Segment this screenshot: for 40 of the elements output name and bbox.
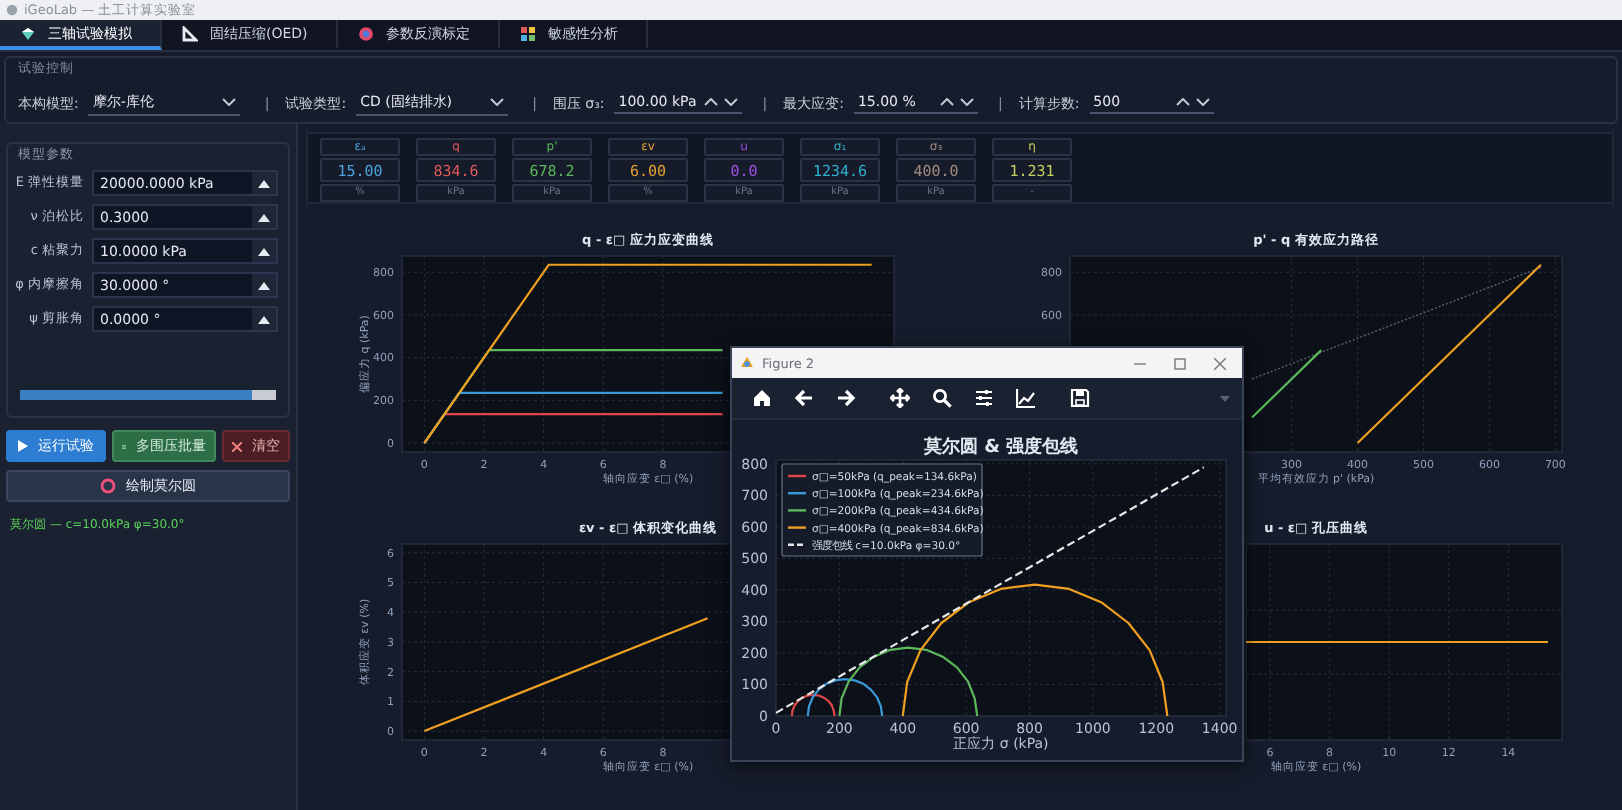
play-icon: [18, 440, 28, 452]
maximize-icon[interactable]: [1174, 357, 1186, 369]
search-icon[interactable]: [932, 388, 952, 408]
step-up-button[interactable]: [252, 206, 276, 228]
caret-up-icon: [258, 315, 270, 323]
caret-up-icon: [258, 281, 270, 289]
target-icon: [357, 25, 374, 41]
chevron-down-icon[interactable]: [724, 98, 739, 106]
chevron-down-icon[interactable]: [490, 98, 505, 106]
home-icon[interactable]: [752, 388, 772, 408]
app-icon: [6, 4, 18, 16]
chevron-up-icon[interactable]: [939, 98, 954, 106]
step-up-button[interactable]: [252, 308, 276, 330]
step-up-button[interactable]: [252, 240, 276, 262]
close-icon: [232, 441, 242, 451]
save-icon[interactable]: [1070, 388, 1090, 408]
arrow-right-icon[interactable]: [836, 388, 856, 408]
close-icon[interactable]: [1214, 357, 1226, 369]
chevron-up-icon[interactable]: [1175, 98, 1190, 106]
plot-line: [1251, 349, 1323, 419]
grid-icon: [519, 25, 536, 41]
chevron-up-icon[interactable]: [704, 98, 719, 106]
line-chart-icon[interactable]: [1016, 388, 1036, 408]
sliders-icon[interactable]: [974, 388, 994, 408]
caret-down-icon[interactable]: [1220, 395, 1230, 401]
chevron-down-icon[interactable]: [1195, 98, 1210, 106]
move-icon[interactable]: [890, 388, 910, 408]
chart-title: 莫尔圆 & 强度包线: [923, 438, 1079, 458]
app-icon: [740, 356, 754, 370]
circle-icon: [100, 478, 116, 494]
step-up-button[interactable]: [252, 274, 276, 296]
caret-up-icon: [258, 247, 270, 255]
caret-up-icon: [258, 179, 270, 187]
triangle-icon: [182, 25, 198, 41]
step-up-button[interactable]: [252, 172, 276, 194]
gem-icon: [20, 25, 36, 41]
chevron-down-icon[interactable]: [959, 98, 974, 106]
caret-up-icon: [258, 213, 270, 221]
chevron-down-icon[interactable]: [222, 98, 237, 106]
arrow-left-icon[interactable]: [794, 388, 814, 408]
